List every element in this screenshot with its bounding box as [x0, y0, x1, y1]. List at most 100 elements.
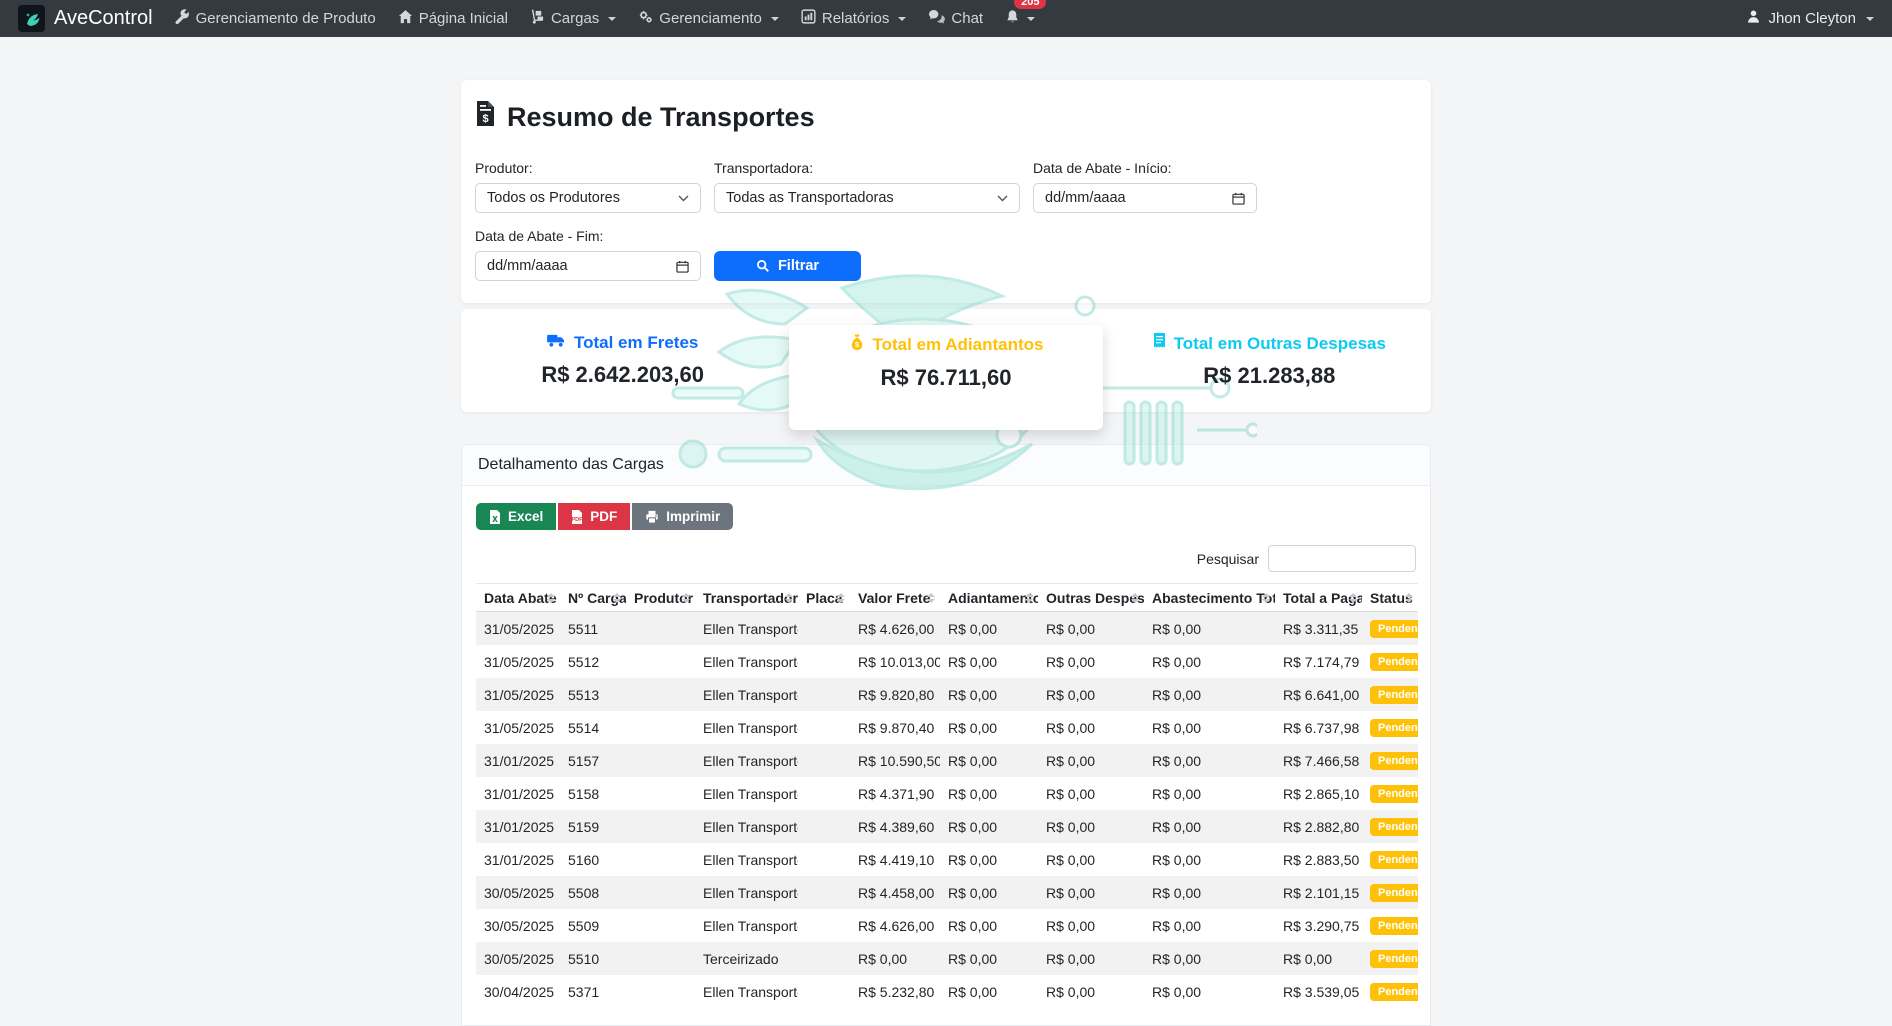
summary-card-value: R$ 21.283,88 — [1203, 363, 1335, 389]
summary-card-value: R$ 76.711,60 — [881, 365, 1012, 391]
status-badge: Pendente — [1370, 818, 1418, 836]
cell: R$ 0,00 — [1038, 975, 1144, 1008]
calendar-icon — [676, 260, 689, 273]
cell-status: Pendente — [1362, 711, 1418, 744]
search-input[interactable] — [1268, 545, 1416, 572]
column-header[interactable]: Transportadora — [695, 584, 798, 612]
cell-status: Pendente — [1362, 645, 1418, 678]
money-sack-icon: $ — [849, 334, 865, 356]
column-header[interactable]: Total a Pagar — [1275, 584, 1362, 612]
cell-status: Pendente — [1362, 843, 1418, 876]
cell: 5159 — [560, 810, 626, 843]
cell: R$ 0,00 — [940, 843, 1038, 876]
table-header-row: Data AbateNº CargaProdutorTransportadora… — [476, 584, 1418, 612]
nav-item-relatorios[interactable]: Relatórios — [801, 9, 907, 28]
cell: R$ 0,00 — [1038, 711, 1144, 744]
gears-icon — [638, 9, 653, 28]
nav-item-label: Relatórios — [822, 10, 890, 27]
cell: 5513 — [560, 678, 626, 711]
cell: R$ 0,00 — [1144, 612, 1275, 646]
nav-item-label: Gerenciamento de Produto — [196, 10, 376, 27]
cell: R$ 0,00 — [1144, 810, 1275, 843]
column-header[interactable]: Data Abate — [476, 584, 560, 612]
data-inicio-input[interactable]: dd/mm/aaaa — [1033, 183, 1257, 213]
status-badge: Pendente — [1370, 884, 1418, 902]
cell: R$ 0,00 — [940, 645, 1038, 678]
cell: R$ 0,00 — [1144, 942, 1275, 975]
column-header[interactable]: Valor Frete — [850, 584, 940, 612]
column-header[interactable]: Abastecimento Total — [1144, 584, 1275, 612]
status-badge: Pendente — [1370, 851, 1418, 869]
filter-button[interactable]: Filtrar — [714, 251, 861, 281]
notification-count-badge: 205 — [1014, 0, 1046, 9]
chevron-down-icon — [1027, 17, 1035, 21]
excel-export-button[interactable]: Excel — [476, 503, 556, 530]
search-label: Pesquisar — [1197, 551, 1259, 567]
cell: R$ 6.737,98 — [1275, 711, 1362, 744]
cell: R$ 0,00 — [1038, 678, 1144, 711]
sort-icons — [613, 593, 621, 603]
nav-item-gerenciamento-de-produto[interactable]: Gerenciamento de Produto — [175, 9, 376, 28]
table-row: 30/05/20255508Ellen TransportesR$ 4.458,… — [476, 876, 1418, 909]
sort-icons — [785, 593, 793, 603]
sort-icons — [927, 593, 935, 603]
nav-item-gerenciamento[interactable]: Gerenciamento — [638, 9, 779, 28]
summary-card-adiantamentos: $ Total em Adiantantos R$ 76.711,60 — [789, 325, 1103, 430]
cell-status: Pendente — [1362, 909, 1418, 942]
cell: 30/05/2025 — [476, 909, 560, 942]
cell — [798, 711, 850, 744]
column-header[interactable]: Adiantamentos — [940, 584, 1038, 612]
column-header[interactable]: Placa — [798, 584, 850, 612]
app-logo-icon — [18, 5, 45, 32]
notifications-bell[interactable]: 205 — [1005, 9, 1035, 29]
cell: Ellen Transportes — [695, 876, 798, 909]
column-header[interactable]: Nº Carga — [560, 584, 626, 612]
user-menu[interactable]: Jhon Cleyton — [1746, 9, 1874, 28]
status-badge: Pendente — [1370, 686, 1418, 704]
cell: 5508 — [560, 876, 626, 909]
column-header[interactable]: Outras Despesas — [1038, 584, 1144, 612]
column-header[interactable]: Produtor — [626, 584, 695, 612]
cell: 31/01/2025 — [476, 810, 560, 843]
cell: 5160 — [560, 843, 626, 876]
cell: Ellen Transportes — [695, 777, 798, 810]
nav-item-pagina-inicial[interactable]: Cargas Página Inicial — [398, 9, 508, 28]
table-row: 31/05/20255513Ellen TransportesR$ 9.820,… — [476, 678, 1418, 711]
cell: R$ 0,00 — [940, 942, 1038, 975]
cell: 31/05/2025 — [476, 711, 560, 744]
brand[interactable]: AveControl — [18, 5, 153, 32]
wrench-icon — [175, 9, 190, 28]
cell: R$ 9.820,80 — [850, 678, 940, 711]
table-row: 31/01/20255157Ellen TransportesR$ 10.590… — [476, 744, 1418, 777]
nav-item-cargas[interactable]: Cargas — [530, 9, 616, 28]
file-pdf-icon: PDF — [571, 510, 583, 524]
data-fim-input[interactable]: dd/mm/aaaa — [475, 251, 701, 281]
cell: 5512 — [560, 645, 626, 678]
print-button[interactable]: Imprimir — [632, 503, 733, 530]
cell: R$ 0,00 — [1038, 942, 1144, 975]
pdf-export-button[interactable]: PDF PDF — [558, 503, 630, 530]
printer-icon — [645, 510, 659, 524]
cell-status: Pendente — [1362, 810, 1418, 843]
cell: R$ 3.539,05 — [1275, 975, 1362, 1008]
nav-item-label: Gerenciamento — [659, 10, 762, 27]
cell: R$ 3.311,35 — [1275, 612, 1362, 646]
cell: R$ 4.419,10 — [850, 843, 940, 876]
status-badge: Pendente — [1370, 917, 1418, 935]
cell: Terceirizado — [695, 942, 798, 975]
table-row: 30/05/20255509Ellen TransportesR$ 4.626,… — [476, 909, 1418, 942]
produtor-select[interactable]: Todos os Produtores — [475, 183, 701, 213]
cell-status: Pendente — [1362, 612, 1418, 646]
cell: Ellen Transportes — [695, 711, 798, 744]
transportadora-label: Transportadora: — [714, 160, 1020, 176]
cell: R$ 0,00 — [1038, 744, 1144, 777]
cell: R$ 4.389,60 — [850, 810, 940, 843]
cell: 31/05/2025 — [476, 612, 560, 646]
sort-icons — [1405, 593, 1413, 603]
column-header[interactable]: Status — [1362, 584, 1418, 612]
cell: R$ 0,00 — [1038, 777, 1144, 810]
transportadora-select[interactable]: Todas as Transportadoras — [714, 183, 1020, 213]
nav-item-chat[interactable]: Chat — [928, 9, 983, 28]
summary-card-fretes: Total em Fretes R$ 2.642.203,60 — [461, 309, 784, 412]
cell — [626, 711, 695, 744]
